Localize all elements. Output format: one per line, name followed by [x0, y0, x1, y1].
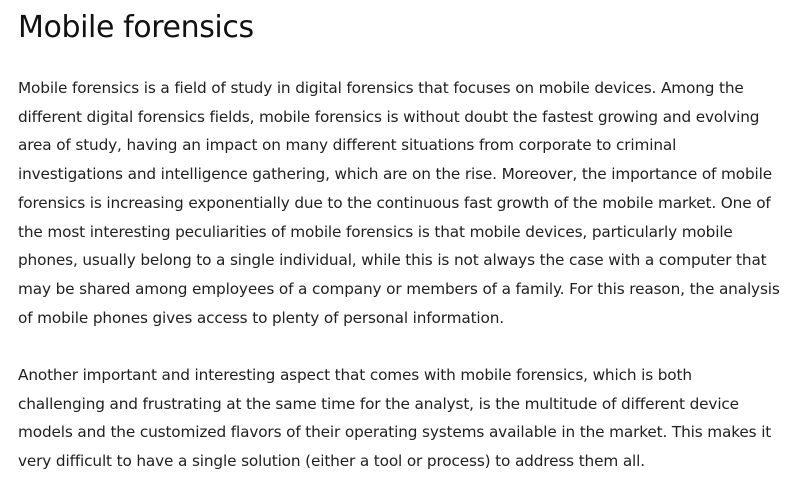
article: Mobile forensics Mobile forensics is a f… [18, 8, 780, 476]
paragraph-device-diversity: Another important and interesting aspect… [18, 366, 772, 471]
paragraph-intro: Mobile forensics is a field of study in … [18, 79, 780, 327]
page-title: Mobile forensics [18, 10, 254, 45]
